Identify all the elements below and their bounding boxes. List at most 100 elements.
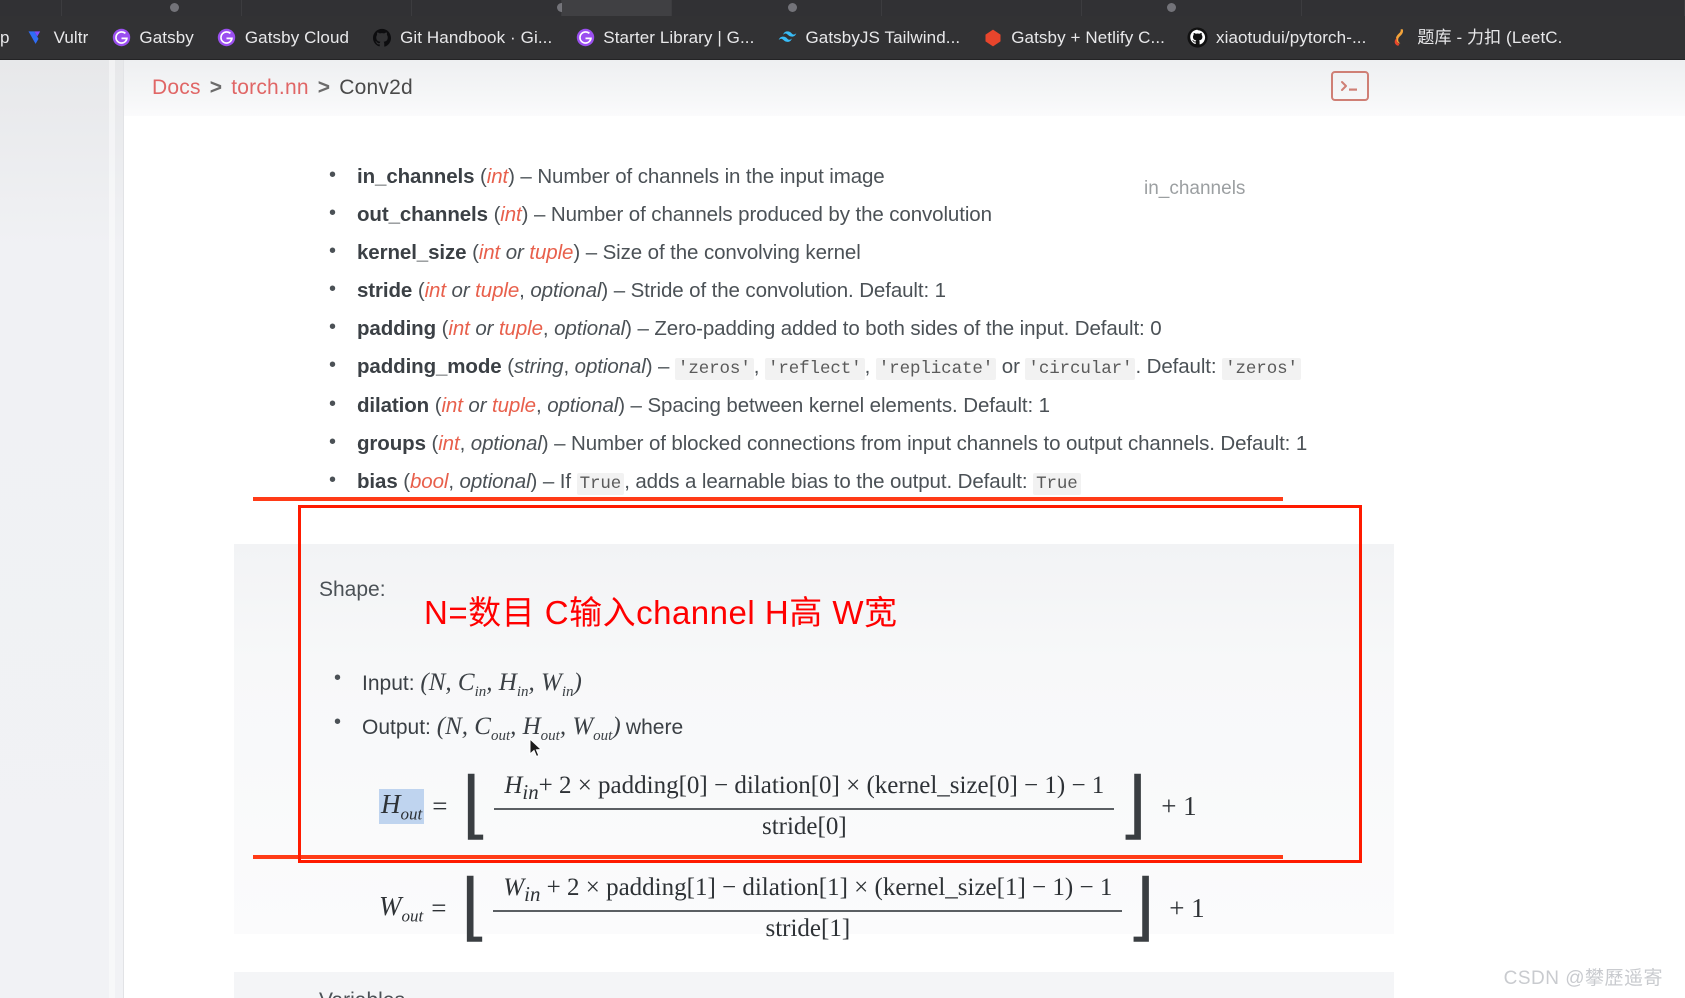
param-desc: Stride of the convolution. Default: 1 (630, 279, 946, 303)
param-stride: stride (int or tuple, optional) – Stride… (329, 279, 1509, 303)
tab-strip[interactable] (0, 0, 1685, 16)
bookmark-item-gatsby[interactable]: Gatsby (99, 16, 204, 59)
bookmark-item-gatsby-netlify[interactable]: Gatsby + Netlify C... (971, 16, 1176, 59)
gatsby-icon (216, 27, 238, 49)
literal-sep: or (996, 355, 1026, 379)
param-dash: – (652, 355, 675, 379)
variables-heading: Variables (319, 989, 405, 998)
mouse-cursor-icon (529, 738, 543, 758)
github-icon (1187, 27, 1209, 49)
param-dash: – (631, 317, 655, 341)
breadcrumb-docs[interactable]: Docs (152, 76, 201, 99)
parameters-list: in_channels (int) – Number of channels i… (329, 165, 1509, 510)
formula-lhs-h-out: Hout (379, 788, 425, 824)
browser-tab-active[interactable] (562, 0, 672, 16)
param-type: int (441, 393, 463, 417)
param-desc: Spacing between kernel elements. Default… (647, 393, 1050, 417)
param-type: bool (409, 469, 449, 493)
formula-numerator: Win + 2 × padding[1] − dilation[1] × (ke… (503, 874, 1113, 906)
param-padding: padding (int or tuple, optional) – Zero-… (329, 317, 1509, 341)
param-kernel-size: kernel_size (int or tuple) – Size of the… (329, 241, 1509, 265)
paren-open: ( (403, 469, 410, 493)
bookmark-label: p (0, 28, 10, 47)
param-type: int (448, 317, 470, 341)
github-icon (371, 27, 393, 49)
vultr-icon (25, 27, 47, 49)
paren-close: ) (618, 393, 625, 417)
shape-list: Input: (N, Cin, Hin, Win) Output: (N, Co… (334, 667, 683, 757)
param-name: dilation (357, 393, 430, 417)
bookmark-item-vultr[interactable]: Vultr (14, 16, 100, 59)
bookmark-item[interactable]: p (0, 16, 14, 59)
shape-output-line: Output: (N, Cout, Hout, Wout) where (334, 711, 683, 745)
param-name: stride (357, 279, 413, 303)
param-sep: or (500, 241, 530, 265)
param-literal: 'replicate' (875, 358, 997, 381)
param-sep: or (469, 317, 499, 341)
formula-denominator: stride[1] (765, 914, 851, 942)
browser-tab[interactable] (882, 0, 1082, 16)
breadcrumb-torch-nn[interactable]: torch.nn (231, 76, 308, 99)
param-name: out_channels (357, 203, 488, 227)
param-comma: , (563, 355, 575, 379)
param-name: padding (357, 317, 437, 341)
bookmark-item-gatsbyjs-tailwind[interactable]: GatsbyJS Tailwind... (765, 16, 971, 59)
bookmark-label: Gatsby Cloud (244, 28, 350, 47)
formula-equals: = (431, 892, 447, 923)
bookmark-item-leetcode[interactable]: 题库 - 力扣 (LeetC. (1377, 16, 1573, 59)
param-literal: True (576, 472, 625, 495)
terminal-icon[interactable] (1331, 71, 1369, 101)
paren-open: ( (417, 279, 425, 303)
bookmark-item-gatsby-cloud[interactable]: Gatsby Cloud (205, 16, 360, 59)
bookmark-item-starter-library[interactable]: Starter Library | G... (563, 16, 765, 59)
floor-left-bracket: ⌊ (461, 762, 491, 849)
browser-tab[interactable] (412, 0, 566, 16)
param-bias: bias (bool, optional) – If True, adds a … (329, 469, 1509, 495)
sidebar-scrollbar[interactable] (109, 60, 115, 998)
browser-tab[interactable] (242, 0, 412, 16)
formula-plus-one: + 1 (1161, 790, 1197, 821)
shape-input-line: Input: (N, Cin, Hin, Win) (334, 667, 683, 701)
tab-favicon-icon (170, 3, 179, 12)
browser-tab[interactable] (0, 0, 62, 16)
shape-output-label: Output: (362, 716, 431, 739)
param-type: tuple (498, 317, 543, 341)
bookmark-item-pytorch-repo[interactable]: xiaotudui/pytorch-... (1176, 16, 1377, 59)
browser-tab[interactable] (1082, 0, 1302, 16)
tailwind-icon (776, 27, 798, 49)
formula-plus-one: + 1 (1169, 892, 1205, 923)
param-comma: , (542, 317, 555, 341)
param-name: bias (357, 469, 398, 493)
param-type: int (438, 431, 460, 455)
tab-favicon-icon (788, 3, 797, 12)
param-optional: optional (547, 393, 619, 417)
param-optional: optional (530, 279, 602, 303)
bookmark-label: 题库 - 力扣 (LeetC. (1417, 28, 1563, 47)
browser-tab[interactable] (62, 0, 242, 16)
breadcrumb-separator: > (209, 76, 223, 99)
param-dash: – (528, 203, 551, 227)
bookmark-item-git-handbook[interactable]: Git Handbook · Gi... (360, 16, 563, 59)
gatsby-icon (110, 27, 132, 49)
param-type: tuple (475, 279, 520, 303)
breadcrumb: Docs > torch.nn > Conv2d (152, 76, 413, 100)
bookmark-label: Git Handbook · Gi... (400, 28, 553, 47)
param-groups: groups (int, optional) – Number of block… (329, 431, 1509, 455)
param-comma: , (519, 279, 531, 303)
param-out-channels: out_channels (int) – Number of channels … (329, 203, 1509, 227)
param-optional: optional (470, 431, 542, 455)
param-name: in_channels (357, 165, 475, 188)
literal-sep: , (864, 355, 876, 379)
paren-open: ( (472, 241, 479, 265)
literal-sep: , (753, 355, 765, 379)
formula-fraction: Win + 2 × padding[1] − dilation[1] × (ke… (493, 874, 1123, 943)
bookmarks-bar[interactable]: p Vultr Gatsby Gatsby Cloud Git Handbook (0, 16, 1685, 60)
shape-input-tuple: (N, Cin, Hin, Win) (420, 669, 582, 700)
param-optional: optional (459, 469, 531, 493)
browser-tab[interactable] (1302, 0, 1685, 16)
browser-tab[interactable] (672, 0, 882, 16)
shape-heading: Shape: (319, 578, 386, 601)
docs-sidebar[interactable] (0, 60, 124, 998)
param-sep: or (445, 279, 476, 303)
paren-close: ) (541, 431, 549, 455)
